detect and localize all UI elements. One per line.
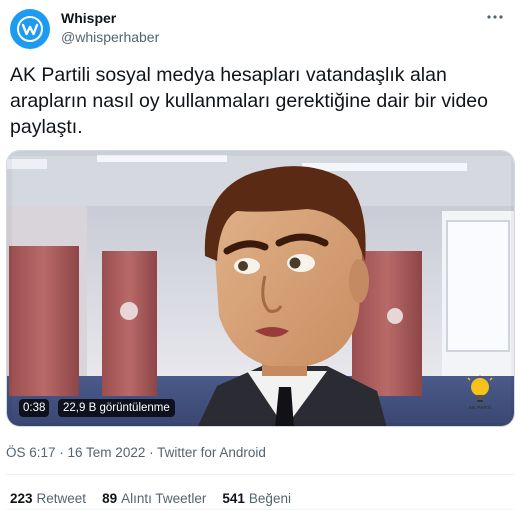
- account-handle[interactable]: @whisperhaber: [61, 29, 159, 45]
- light-bulb-icon: AK PARTİ: [465, 374, 495, 415]
- watermark-label: AK PARTİ: [468, 405, 492, 410]
- video-views: 22,9 B görüntülenme: [58, 399, 175, 417]
- likes-label: Beğeni: [248, 491, 291, 506]
- tweet-source[interactable]: Twitter for Android: [157, 445, 266, 460]
- video-duration: 0:38: [19, 399, 50, 417]
- account-name[interactable]: Whisper: [61, 10, 116, 26]
- tweet-header: Whisper @whisperhaber: [0, 0, 520, 56]
- tweet-stats: 223 Retweet 89 Alıntı Tweetler 541 Beğen…: [10, 491, 307, 506]
- divider: [6, 474, 514, 475]
- avatar[interactable]: [10, 9, 50, 49]
- whisper-w-logo-icon: [17, 16, 43, 42]
- tweet-meta: ÖS 6:17 · 16 Tem 2022 · Twitter for Andr…: [6, 445, 266, 460]
- meta-separator: ·: [55, 445, 68, 460]
- quotes-label: Alıntı Tweetler: [121, 491, 207, 506]
- quotes-stat[interactable]: 89 Alıntı Tweetler: [102, 491, 206, 506]
- quotes-count: 89: [102, 491, 118, 506]
- retweets-label: Retweet: [36, 491, 87, 506]
- retweets-count: 223: [10, 491, 33, 506]
- meta-separator: ·: [145, 445, 158, 460]
- likes-count: 541: [222, 491, 245, 506]
- tweet-text: AK Partili sosyal medya hesapları vatand…: [10, 64, 488, 138]
- tweet-date[interactable]: 16 Tem 2022: [68, 445, 146, 460]
- retweets-stat[interactable]: 223 Retweet: [10, 491, 86, 506]
- video-thumbnail: [7, 151, 514, 426]
- more-horizontal-icon[interactable]: [484, 6, 506, 28]
- likes-stat[interactable]: 541 Beğeni: [222, 491, 291, 506]
- video-player[interactable]: AK PARTİ 0:38 22,9 B görüntülenme: [6, 150, 515, 427]
- tweet-time[interactable]: ÖS 6:17: [6, 445, 56, 460]
